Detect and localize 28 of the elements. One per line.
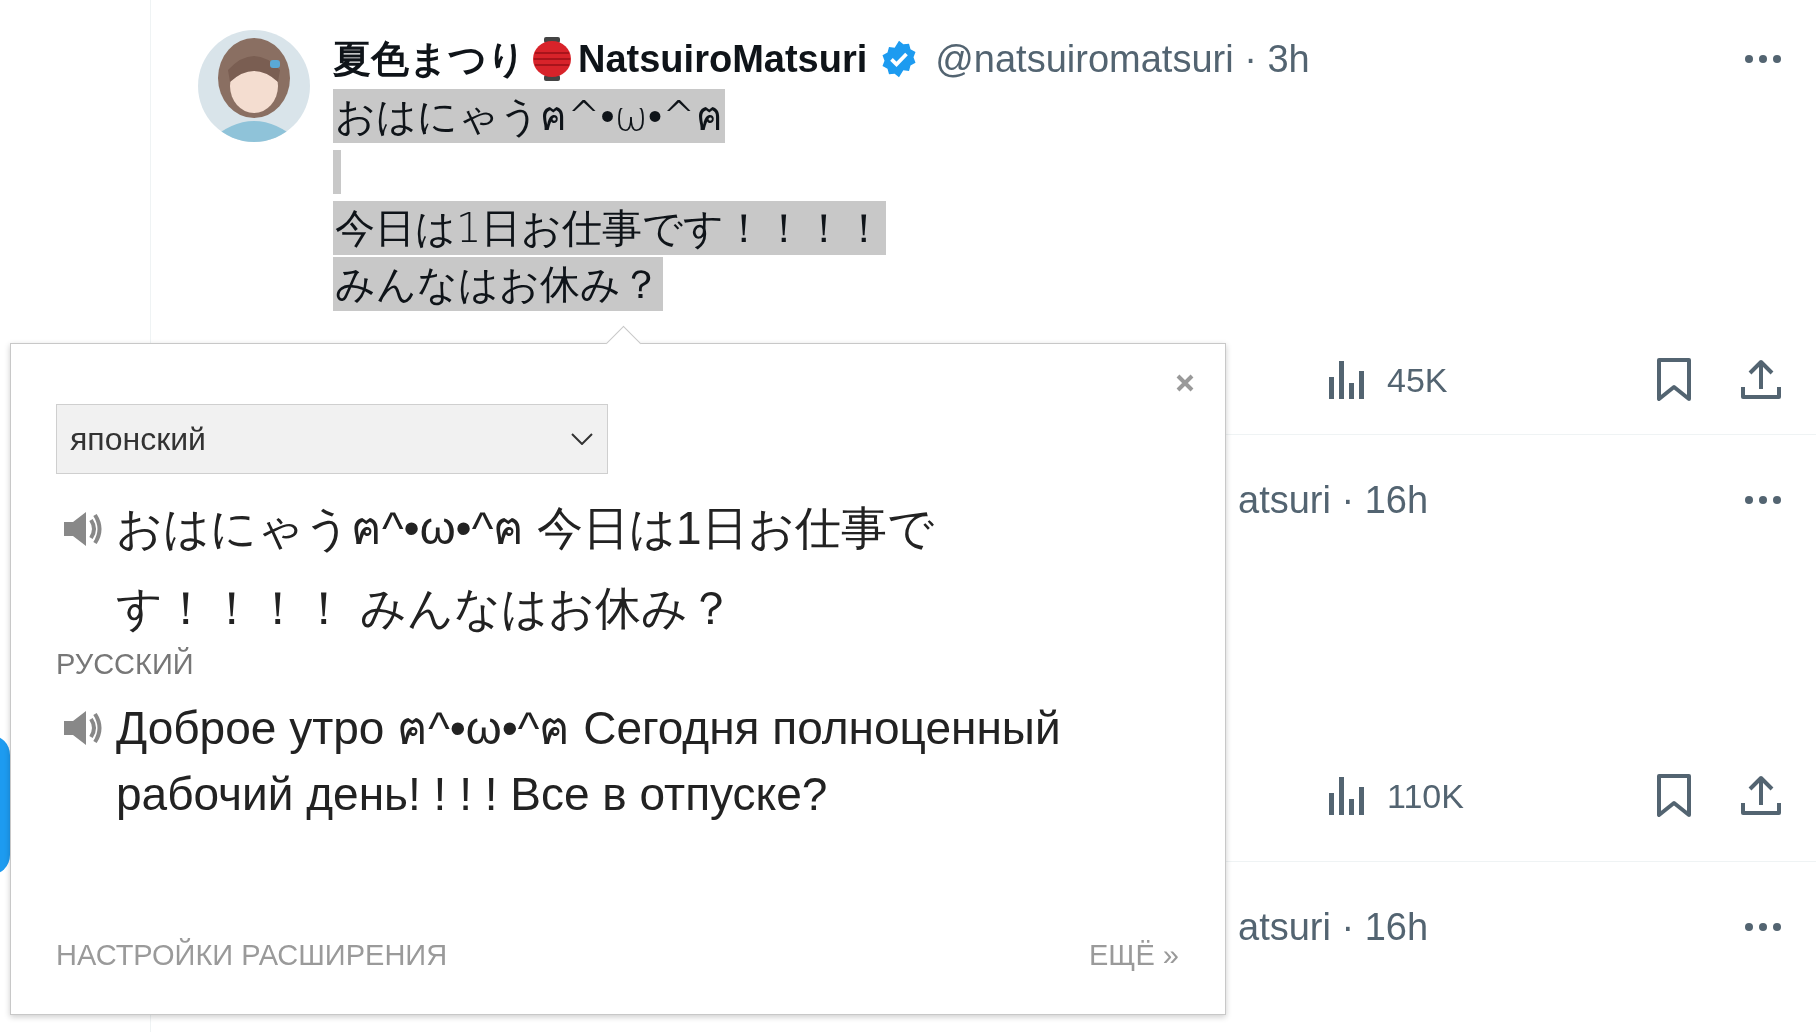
bar-chart-icon[interactable]: [1329, 777, 1365, 815]
tweet-text: おはにゃうฅ^•ω•^ฅ: [333, 89, 725, 143]
source-text: おはにゃうฅ^•ω•^ฅ 今日は1日お仕事です！！！！ みんなはお休み？: [116, 501, 935, 636]
share-icon[interactable]: [1740, 359, 1782, 401]
translation-text: Доброе утро ฅ^•ω•^ฅ Сегодня полноценный рабочий день! ! ! ! Все в отпуске?: [116, 701, 1062, 822]
bookmark-icon[interactable]: [1656, 773, 1692, 819]
lantern-icon: [532, 37, 572, 81]
more-icon[interactable]: [1744, 922, 1782, 932]
more-icon[interactable]: [1744, 495, 1782, 505]
share-icon[interactable]: [1740, 775, 1782, 817]
tweet-text: みんなはお休み？: [333, 257, 663, 311]
bookmark-icon[interactable]: [1656, 357, 1692, 403]
target-language-label: РУССКИЙ: [56, 648, 195, 681]
bar-chart-icon[interactable]: [1329, 361, 1365, 399]
language-select[interactable]: японский: [56, 404, 608, 474]
tweet-text: 今日は1日お仕事です！！！！: [333, 201, 887, 255]
speaker-icon[interactable]: [62, 510, 102, 548]
handle-and-time: atsuri · 16h: [1238, 478, 1429, 522]
display-name[interactable]: NatsuiroMatsuri: [578, 37, 868, 81]
handle-and-time: atsuri · 16h: [1238, 905, 1429, 949]
view-count: 110K: [1387, 776, 1464, 816]
speaker-icon[interactable]: [62, 709, 102, 747]
display-name[interactable]: 夏色まつり: [333, 33, 526, 85]
handle-and-time: @natsuiromatsuri · 3h: [935, 37, 1310, 81]
chevron-down-icon: [571, 433, 593, 445]
view-count: 45K: [1387, 360, 1448, 400]
more-icon[interactable]: [1744, 54, 1782, 64]
close-icon[interactable]: [1175, 373, 1195, 393]
